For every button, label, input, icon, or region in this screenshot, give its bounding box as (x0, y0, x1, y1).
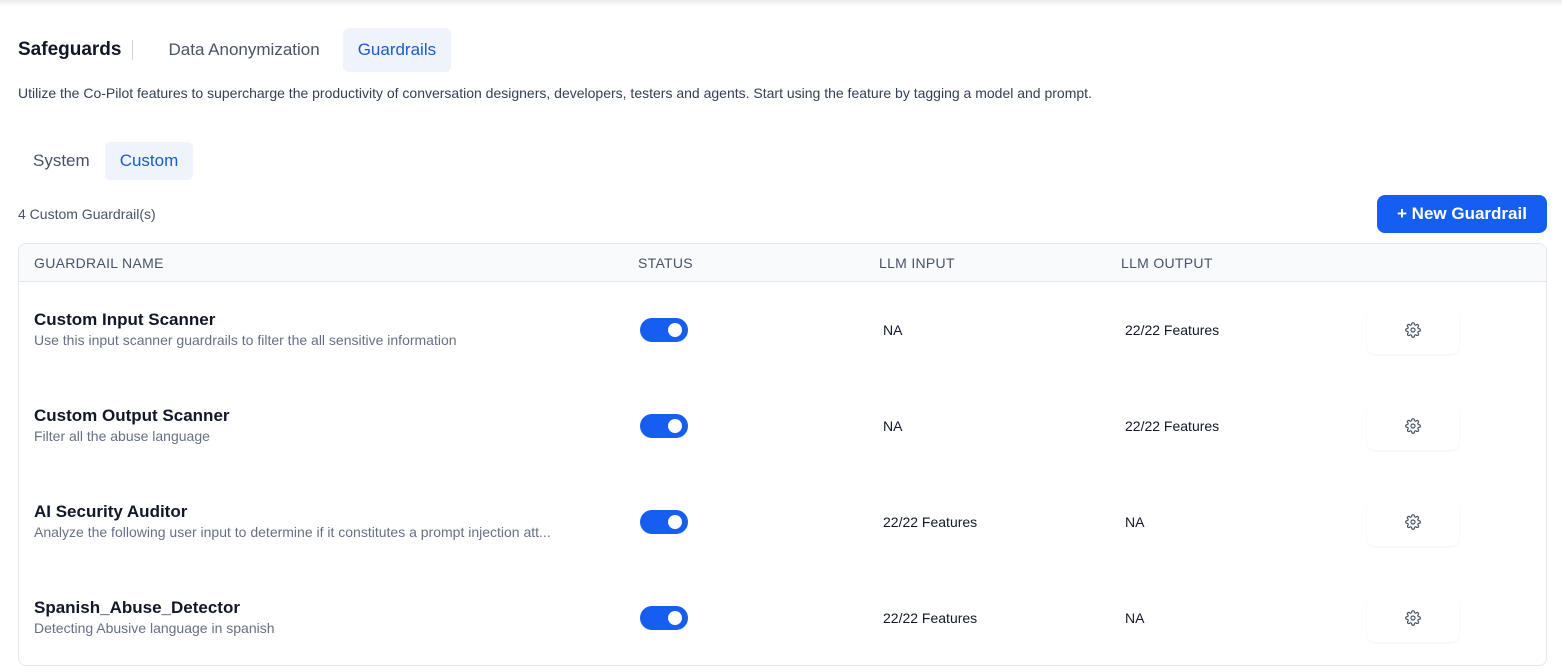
llm-input-value: NA (883, 322, 903, 338)
sub-tabs: System Custom (18, 142, 194, 180)
tab-data-anonymization[interactable]: Data Anonymization (153, 28, 334, 72)
table-row: AI Security Auditor Analyze the followin… (19, 474, 1546, 570)
tab-guardrails[interactable]: Guardrails (342, 28, 452, 72)
guardrail-name[interactable]: Spanish_Abuse_Detector (34, 598, 240, 618)
status-toggle[interactable] (640, 510, 688, 534)
toggle-knob (668, 419, 682, 433)
gear-icon (1405, 610, 1421, 626)
toggle-knob (668, 515, 682, 529)
llm-input-value: 22/22 Features (883, 610, 978, 626)
gear-icon (1405, 322, 1421, 338)
guardrail-name[interactable]: Custom Output Scanner (34, 406, 230, 426)
status-toggle[interactable] (640, 606, 688, 630)
top-border (0, 0, 1562, 6)
table-header: GUARDRAIL NAME STATUS LLM INPUT LLM OUTP… (19, 244, 1546, 282)
header-tabs: Safeguards Data Anonymization Guardrails (18, 28, 459, 72)
subtab-system[interactable]: System (18, 142, 105, 180)
guardrails-table: GUARDRAIL NAME STATUS LLM INPUT LLM OUTP… (18, 243, 1547, 666)
column-header-llm-input: LLM INPUT (879, 255, 955, 271)
table-row: Custom Input Scanner Use this input scan… (19, 282, 1546, 378)
column-header-name: GUARDRAIL NAME (34, 255, 164, 271)
settings-button[interactable] (1367, 594, 1459, 642)
page-title: Safeguards (18, 39, 122, 60)
llm-output-value: 22/22 Features (1125, 418, 1220, 434)
llm-input-value: 22/22 Features (883, 514, 978, 530)
llm-output-value: 22/22 Features (1125, 322, 1220, 338)
column-header-status: STATUS (638, 255, 693, 271)
status-toggle[interactable] (640, 414, 688, 438)
settings-button[interactable] (1367, 402, 1459, 450)
llm-output-value: NA (1125, 514, 1145, 530)
guardrail-name[interactable]: Custom Input Scanner (34, 310, 215, 330)
guardrail-description: Use this input scanner guardrails to fil… (34, 332, 457, 348)
guardrail-count: 4 Custom Guardrail(s) (18, 206, 156, 222)
guardrail-description: Filter all the abuse language (34, 428, 210, 444)
table-row: Spanish_Abuse_Detector Detecting Abusive… (19, 570, 1546, 665)
status-toggle[interactable] (640, 318, 688, 342)
settings-button[interactable] (1367, 306, 1459, 354)
toggle-knob (668, 611, 682, 625)
llm-input-value: NA (883, 418, 903, 434)
llm-output-value: NA (1125, 610, 1145, 626)
title-divider (132, 40, 134, 60)
new-guardrail-button[interactable]: + New Guardrail (1377, 195, 1547, 233)
guardrail-description: Analyze the following user input to dete… (34, 524, 551, 540)
guardrail-name[interactable]: AI Security Auditor (34, 502, 187, 522)
table-row: Custom Output Scanner Filter all the abu… (19, 378, 1546, 474)
toggle-knob (668, 323, 682, 337)
settings-button[interactable] (1367, 498, 1459, 546)
page-description: Utilize the Co-Pilot features to superch… (18, 85, 1092, 101)
gear-icon (1405, 514, 1421, 530)
guardrail-description: Detecting Abusive language in spanish (34, 620, 275, 636)
column-header-llm-output: LLM OUTPUT (1121, 255, 1213, 271)
gear-icon (1405, 418, 1421, 434)
subtab-custom[interactable]: Custom (104, 142, 194, 180)
